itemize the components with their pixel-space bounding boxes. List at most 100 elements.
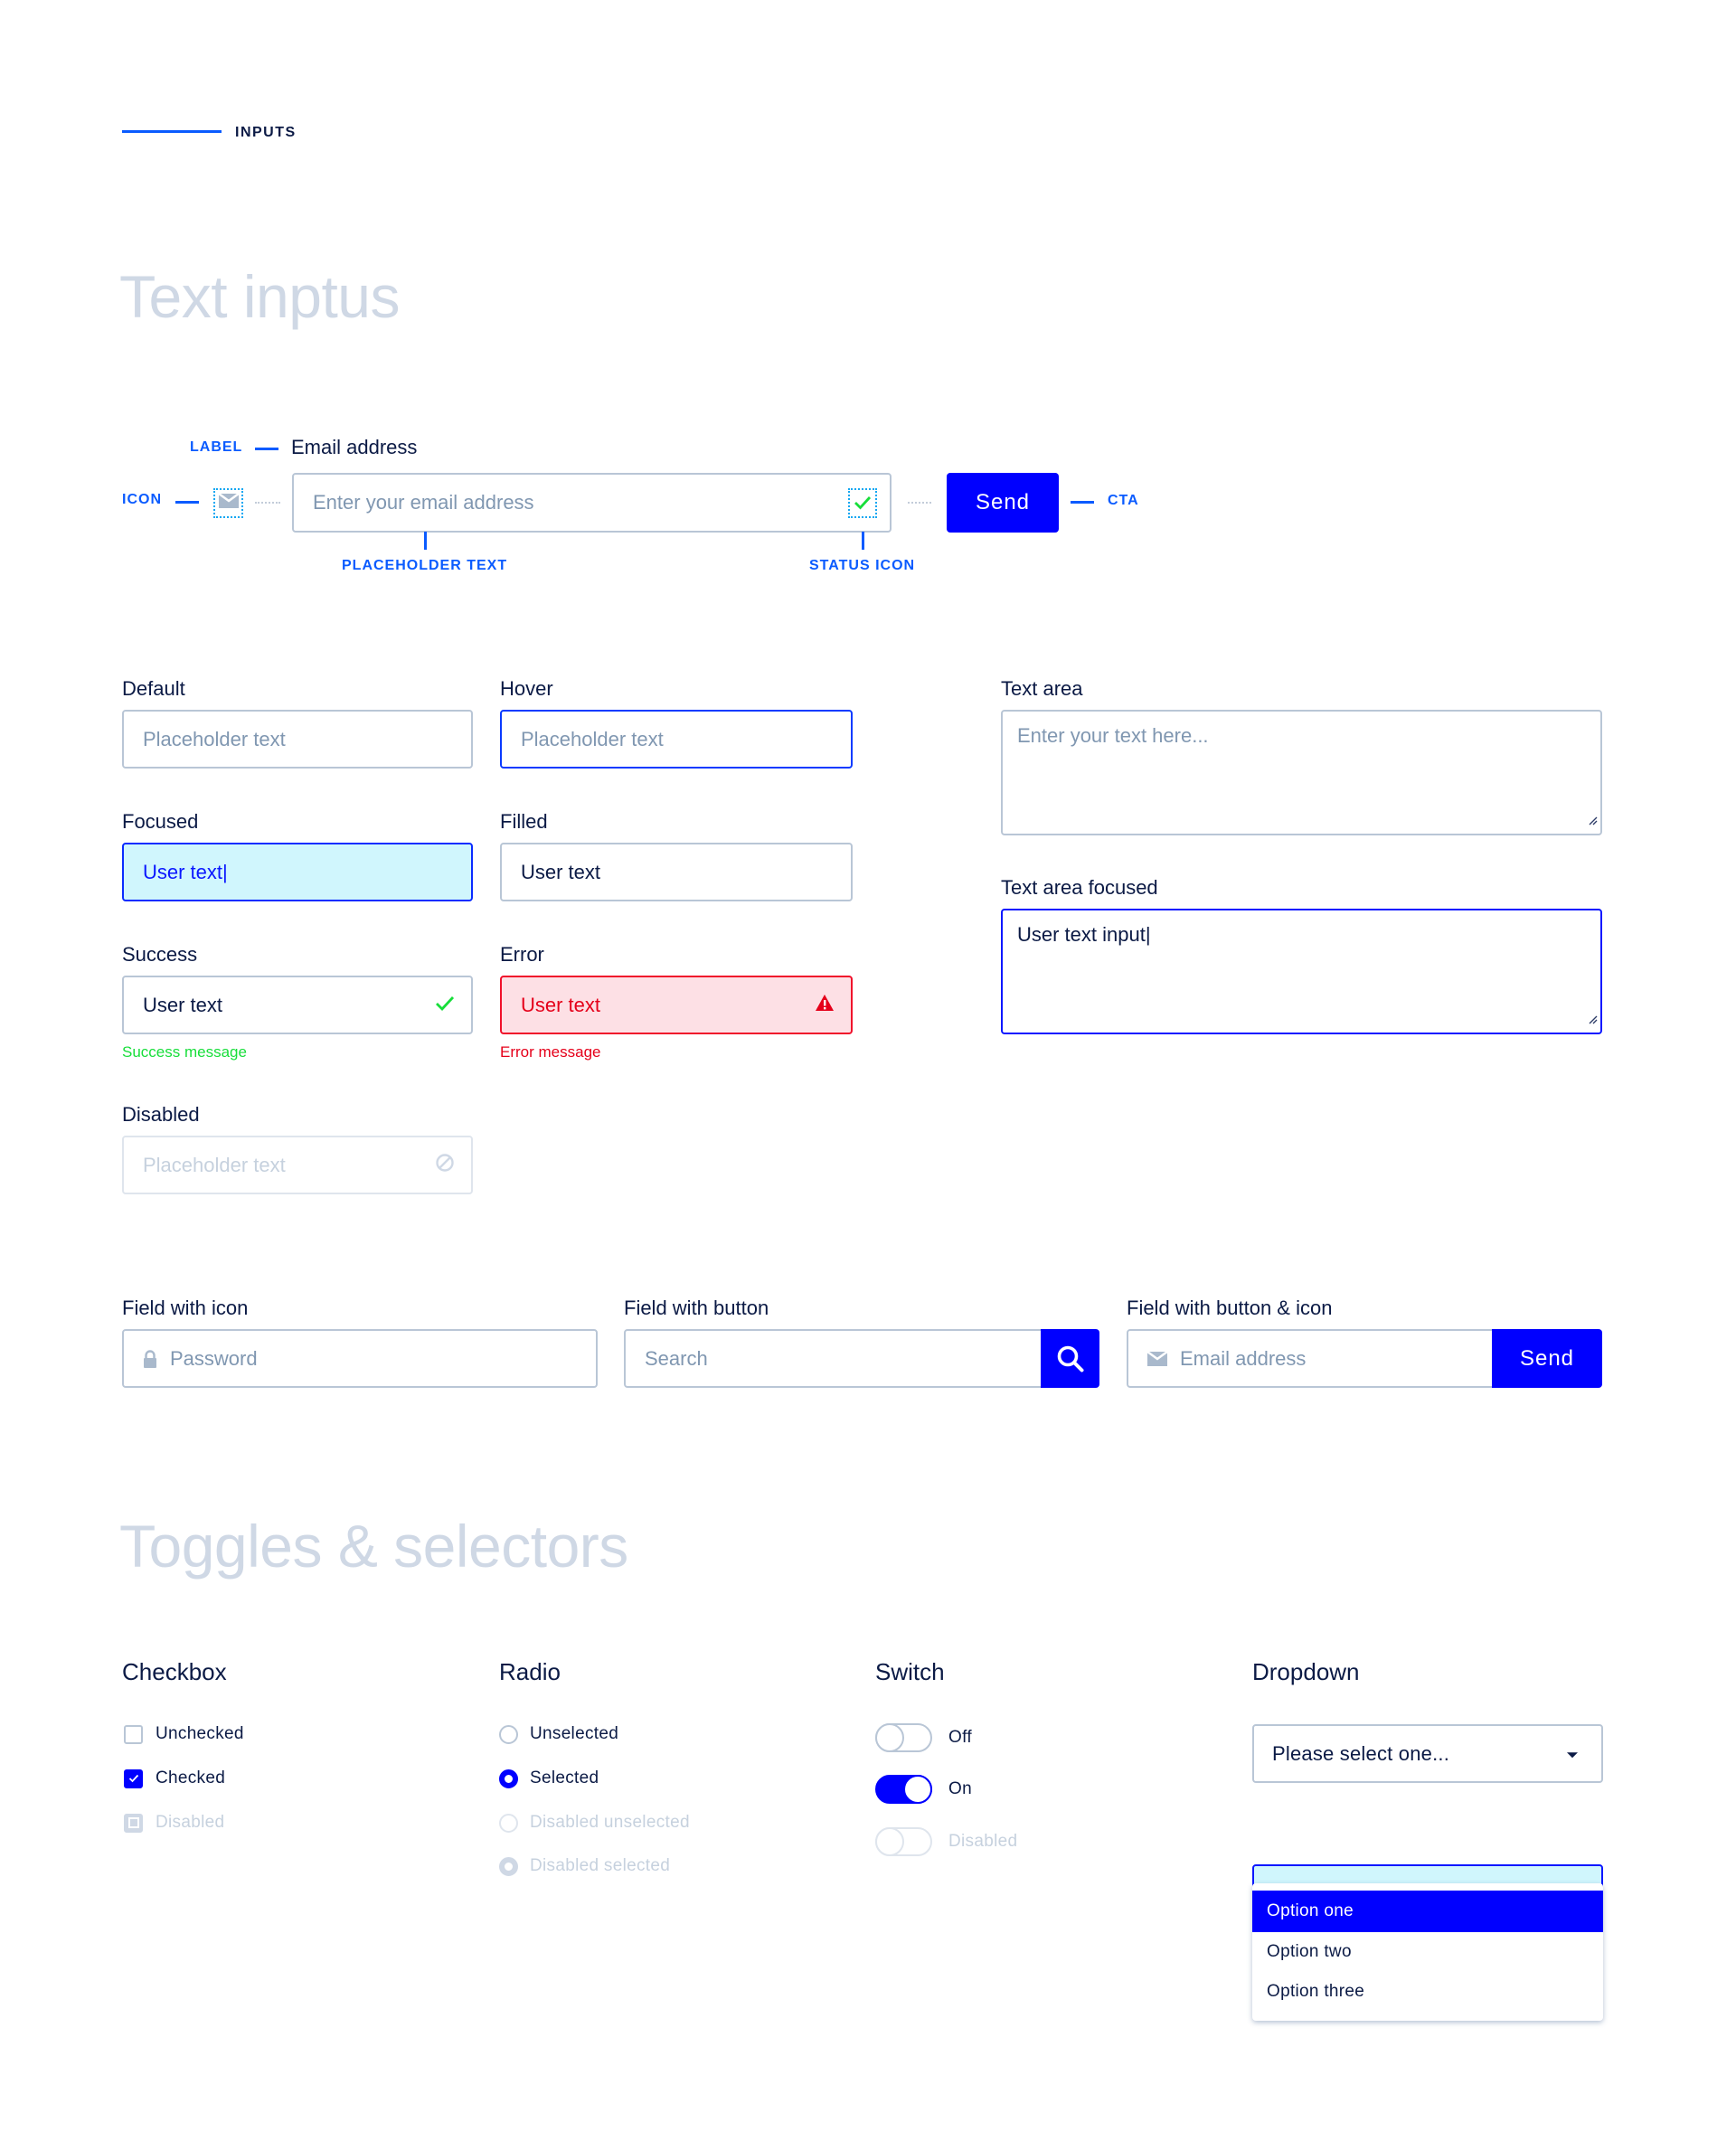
error-label: Error (500, 943, 544, 966)
switch-label: Disabled (948, 1832, 1018, 1851)
checkbox-box[interactable] (124, 1768, 143, 1788)
radio-disabled-unselected: Disabled unselected (499, 1813, 690, 1833)
checkbox-label: Unchecked (156, 1724, 244, 1743)
search-icon (1056, 1344, 1085, 1373)
resize-handle-icon[interactable] (1589, 807, 1598, 831)
radio-circle (499, 1856, 518, 1876)
blocked-icon (435, 1153, 455, 1178)
disabled-placeholder: Placeholder text (143, 1153, 286, 1176)
resize-handle-icon[interactable] (1589, 1006, 1598, 1030)
status-annotation-line (862, 532, 864, 550)
switch-on[interactable]: On (875, 1775, 972, 1804)
cta-connector (908, 502, 931, 504)
dropdown-value: Please select one... (1272, 1741, 1450, 1765)
radio-label: Selected (530, 1768, 599, 1787)
hover-input[interactable]: Placeholder text (500, 710, 853, 769)
placeholder-annotation: PLACEHOLDER TEXT (342, 558, 508, 573)
placeholder-annotation-line (424, 532, 427, 550)
radio-label: Disabled selected (530, 1856, 671, 1875)
search-placeholder: Search (645, 1346, 708, 1370)
icon-connector (255, 502, 280, 504)
error-message: Error message (500, 1043, 601, 1061)
field-with-button-label: Field with button (624, 1297, 769, 1319)
checkmark-icon (435, 994, 455, 1017)
search-input[interactable]: Search (624, 1329, 1047, 1388)
text-inputs-title: Text inptus (119, 263, 401, 330)
disabled-label: Disabled (122, 1103, 200, 1126)
focused-label: Focused (122, 810, 199, 833)
default-label: Default (122, 677, 185, 700)
radio-selected[interactable]: Selected (499, 1768, 599, 1788)
radio-disabled-selected: Disabled selected (499, 1856, 670, 1876)
anatomy-status-box (848, 488, 877, 518)
textarea-default[interactable]: Enter your text here... (1001, 710, 1602, 835)
textarea-focused-value: User text input| (1017, 923, 1151, 946)
filled-value: User text (521, 860, 601, 883)
checkbox-disabled: Disabled (124, 1813, 224, 1833)
check-icon (128, 1774, 138, 1783)
success-label: Success (122, 943, 198, 966)
checkbox-box (124, 1813, 143, 1833)
filled-input[interactable]: User text (500, 843, 853, 901)
switch-track[interactable] (875, 1775, 932, 1804)
dropdown-title: Dropdown (1252, 1658, 1360, 1685)
radio-label: Disabled unselected (530, 1813, 690, 1832)
switch-knob (875, 1723, 904, 1752)
anatomy-field-label: Email address (291, 436, 418, 458)
anatomy-icon-box (213, 488, 243, 518)
anatomy-send-button[interactable]: Send (947, 473, 1059, 533)
icon-annotation: ICON (122, 492, 162, 507)
toggles-title: Toggles & selectors (119, 1513, 628, 1580)
email-send-button[interactable]: Send (1492, 1329, 1602, 1388)
default-placeholder: Placeholder text (143, 727, 286, 750)
switch-label: On (948, 1779, 972, 1798)
radio-unselected[interactable]: Unselected (499, 1724, 618, 1744)
textarea-placeholder: Enter your text here... (1017, 724, 1209, 747)
success-input[interactable]: User text (122, 976, 473, 1034)
cta-annotation-line (1071, 501, 1094, 504)
default-input[interactable]: Placeholder text (122, 710, 473, 769)
dropdown-option[interactable]: Option two (1252, 1932, 1603, 1972)
password-input[interactable]: Password (122, 1329, 598, 1388)
envelope-icon (217, 492, 240, 513)
anatomy-email-input[interactable]: Enter your email address (292, 473, 892, 533)
label-annotation-line (255, 448, 278, 450)
hover-placeholder: Placeholder text (521, 727, 664, 750)
search-button[interactable] (1041, 1329, 1099, 1388)
email-input[interactable]: Email address (1127, 1329, 1499, 1388)
switch-track[interactable] (875, 1723, 932, 1752)
section-tag: INPUTS (235, 125, 297, 140)
switch-knob (875, 1827, 904, 1856)
label-annotation: LABEL (190, 439, 243, 455)
checkbox-unchecked[interactable]: Unchecked (124, 1724, 244, 1744)
password-placeholder: Password (170, 1346, 258, 1370)
warning-triangle-icon (815, 994, 835, 1017)
email-placeholder: Email address (1180, 1346, 1307, 1370)
disabled-input: Placeholder text (122, 1136, 473, 1194)
cta-annotation: CTA (1108, 493, 1139, 508)
switch-knob (903, 1775, 932, 1804)
checkbox-label: Disabled (156, 1813, 225, 1832)
textarea-label: Text area (1001, 677, 1083, 700)
radio-label: Unselected (530, 1724, 619, 1743)
switch-disabled: Disabled (875, 1827, 1017, 1856)
hover-label: Hover (500, 677, 553, 700)
switch-label: Off (948, 1728, 972, 1747)
radio-circle (499, 1813, 518, 1833)
checkbox-checked[interactable]: Checked (124, 1768, 225, 1788)
status-annotation: STATUS ICON (809, 558, 916, 573)
textarea-focused[interactable]: User text input| (1001, 909, 1602, 1034)
focused-input[interactable]: User text| (122, 843, 473, 901)
dropdown-option[interactable]: Option one (1252, 1891, 1603, 1932)
dropdown-option[interactable]: Option three (1252, 1972, 1603, 2012)
switch-off[interactable]: Off (875, 1723, 972, 1752)
error-input[interactable]: User text (500, 976, 853, 1034)
checkbox-box[interactable] (124, 1724, 143, 1744)
checkbox-title: Checkbox (122, 1658, 227, 1685)
radio-title: Radio (499, 1658, 561, 1685)
dropdown-default[interactable]: Please select one... (1252, 1724, 1603, 1783)
radio-circle[interactable] (499, 1724, 518, 1744)
anatomy-placeholder: Enter your email address (313, 491, 534, 514)
checkbox-label: Checked (156, 1768, 226, 1787)
radio-circle[interactable] (499, 1768, 518, 1788)
